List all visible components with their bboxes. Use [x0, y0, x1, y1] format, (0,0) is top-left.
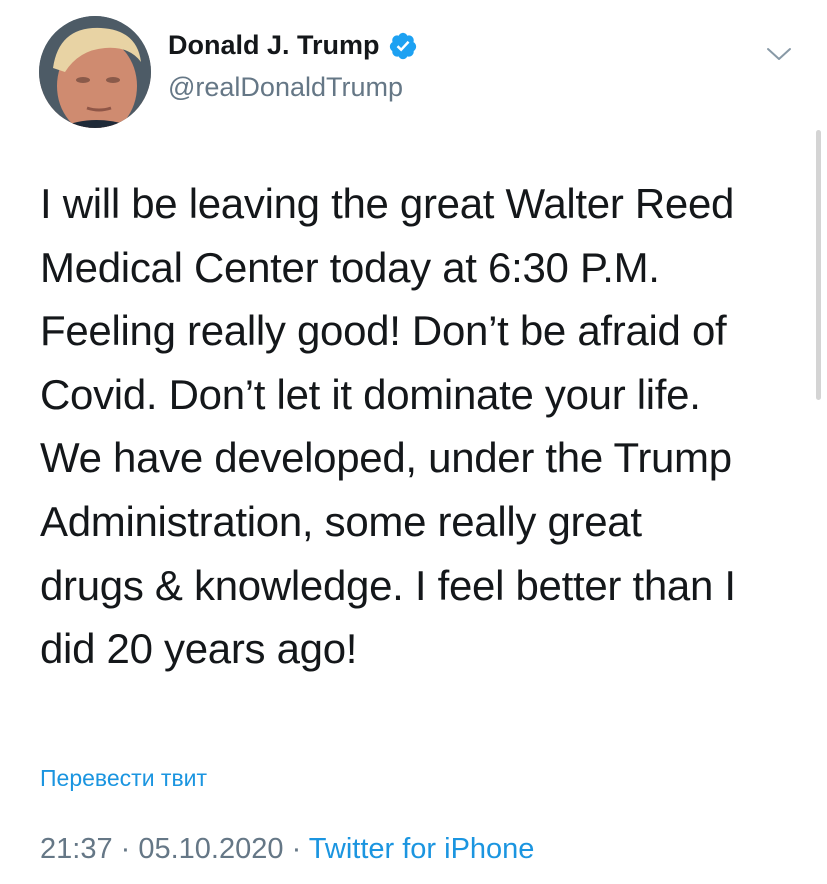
tweet-text-line: drugs & knowledge. I feel better than I [40, 561, 736, 609]
scrollbar[interactable] [816, 130, 821, 400]
translate-tweet-link[interactable]: Перевести твит [40, 765, 207, 792]
tweet-metadata: 21:37 · 05.10.2020 · Twitter for iPhone [40, 833, 534, 866]
tweet-date[interactable]: 05.10.2020 [138, 833, 283, 865]
display-name[interactable]: Donald J. Trump [168, 30, 418, 61]
tweet-text-line: Covid. Don’t let it dominate your life. [40, 370, 701, 418]
tweet-text-line: I will be leaving the great Walter Reed [40, 180, 735, 227]
avatar[interactable] [39, 16, 151, 128]
tweet-card: Donald J. Trump @realDonaldTrump I will … [0, 0, 827, 884]
display-name-text: Donald J. Trump [168, 30, 380, 60]
chevron-down-icon[interactable] [764, 42, 794, 66]
tweet-text: I will be leaving the great Walter Reed … [40, 172, 810, 681]
user-handle[interactable]: @realDonaldTrump [168, 72, 403, 103]
meta-separator: · [112, 833, 139, 865]
tweet-text-line: did 20 years ago! [40, 625, 358, 673]
tweet-time[interactable]: 21:37 [40, 833, 113, 865]
tweet-text-line: We have developed, under the Trump [40, 434, 732, 482]
meta-separator: · [283, 833, 309, 865]
avatar-image [39, 16, 151, 128]
verified-badge-icon [389, 32, 416, 59]
tweet-text-line: Feeling really good! Don’t be afraid of [40, 307, 727, 355]
tweet-text-line: Administration, some really great [40, 497, 642, 545]
tweet-source-link[interactable]: Twitter for iPhone [309, 833, 535, 865]
tweet-text-line: Medical Center today at 6:30 P.M. [40, 243, 660, 291]
